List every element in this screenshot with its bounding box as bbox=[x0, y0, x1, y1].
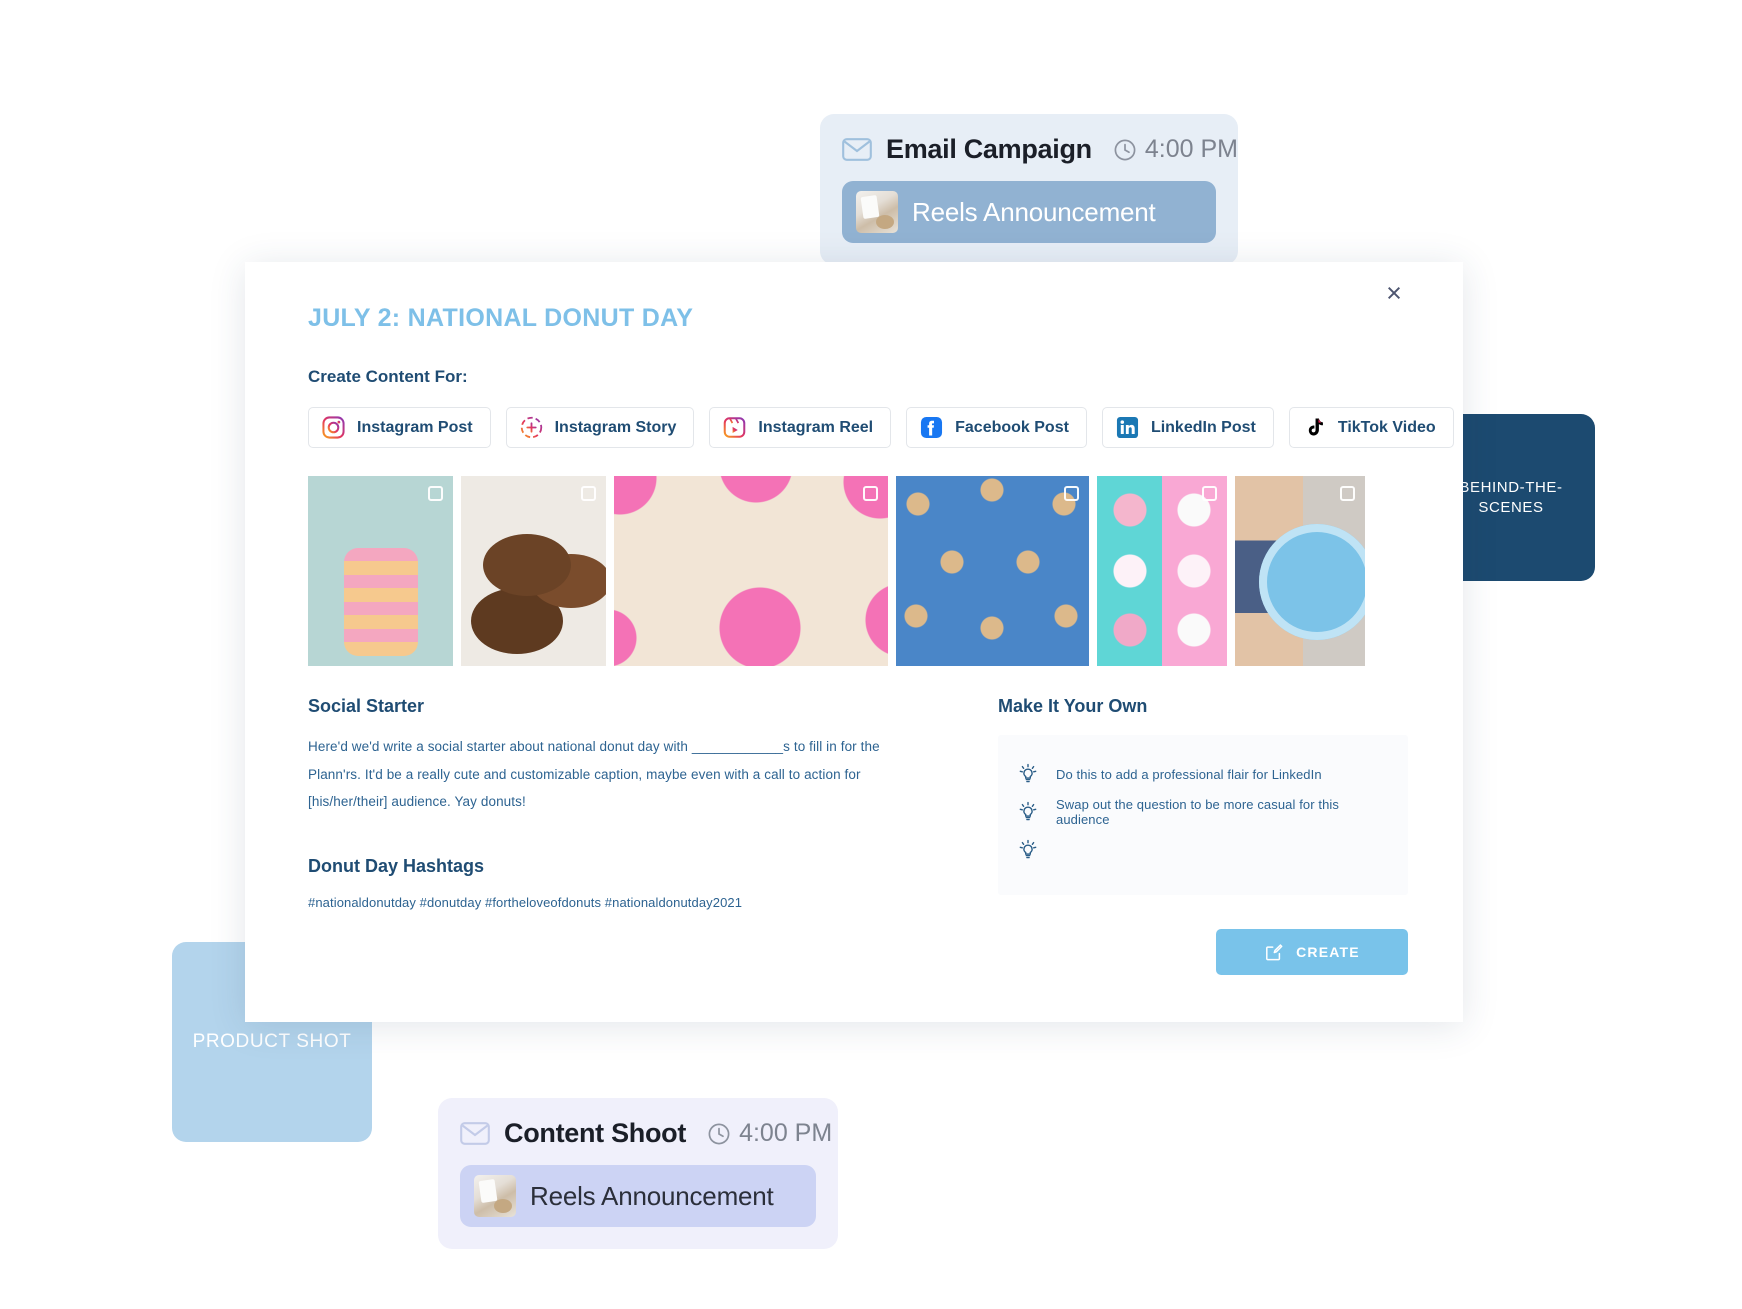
schedule-card-header: Content Shoot 4:00 PM bbox=[460, 1118, 832, 1149]
facebook-icon bbox=[920, 416, 943, 439]
instagram-icon bbox=[322, 416, 345, 439]
instagram-reel-icon bbox=[723, 416, 746, 439]
content-columns: Social Starter Here'd we'd write a socia… bbox=[308, 696, 1408, 975]
platform-chip-linkedin-post[interactable]: LinkedIn Post bbox=[1101, 407, 1274, 448]
tip-text: Swap out the question to be more casual … bbox=[1056, 797, 1340, 827]
create-button-row: CREATE bbox=[998, 929, 1408, 975]
create-content-for-label: Create Content For: bbox=[308, 367, 468, 386]
tip-row bbox=[1018, 831, 1386, 869]
platform-chip-label: Facebook Post bbox=[955, 418, 1069, 436]
image-thumbnail-pink-sprinkle-pattern[interactable] bbox=[614, 476, 888, 666]
thumbnail-checkbox[interactable] bbox=[1340, 486, 1355, 501]
thumbnail-checkbox[interactable] bbox=[581, 486, 596, 501]
platform-chip-label: Instagram Post bbox=[357, 418, 473, 436]
platform-chip-instagram-post[interactable]: Instagram Post bbox=[308, 407, 491, 448]
make-it-your-own-column: Make It Your Own Do this to add a profes bbox=[998, 696, 1408, 975]
envelope-icon bbox=[460, 1122, 490, 1145]
schedule-card-item[interactable]: Reels Announcement bbox=[842, 181, 1216, 243]
clock-icon bbox=[708, 1123, 730, 1145]
clock-icon bbox=[1114, 139, 1136, 161]
thumbnail-checkbox[interactable] bbox=[1064, 486, 1079, 501]
make-it-your-own-heading: Make It Your Own bbox=[998, 696, 1148, 716]
platform-chip-instagram-reel[interactable]: Instagram Reel bbox=[709, 407, 892, 448]
instagram-story-icon bbox=[520, 416, 543, 439]
schedule-card-content-shoot[interactable]: Content Shoot 4:00 PM Reels Announcement bbox=[438, 1098, 838, 1249]
thumbnail-checkbox[interactable] bbox=[428, 486, 443, 501]
page-title: JULY 2: NATIONAL DONUT DAY bbox=[308, 304, 694, 332]
linkedin-icon bbox=[1116, 416, 1139, 439]
thumbnail-checkbox[interactable] bbox=[863, 486, 878, 501]
create-button-label: CREATE bbox=[1296, 944, 1360, 960]
platform-chip-label: Instagram Story bbox=[554, 418, 677, 436]
tips-box: Do this to add a professional flair for … bbox=[998, 735, 1408, 895]
post-thumbnail bbox=[474, 1175, 516, 1217]
thumbnail-checkbox[interactable] bbox=[1202, 486, 1217, 501]
post-thumbnail bbox=[856, 191, 898, 233]
pencil-edit-icon bbox=[1264, 942, 1284, 962]
platform-chip-label: Instagram Reel bbox=[758, 418, 874, 436]
tiktok-icon bbox=[1303, 416, 1326, 439]
screen: Email Campaign 4:00 PM Reels Announcemen… bbox=[0, 0, 1742, 1309]
image-thumbnail-blue-donut-pattern[interactable] bbox=[896, 476, 1089, 666]
tip-text: Do this to add a professional flair for … bbox=[1056, 766, 1322, 782]
image-thumbnail-teal-pink-split-donuts[interactable] bbox=[1097, 476, 1227, 666]
schedule-card-time-text: 4:00 PM bbox=[1144, 135, 1238, 163]
schedule-card-title: Email Campaign bbox=[886, 134, 1092, 164]
social-starter-column: Social Starter Here'd we'd write a socia… bbox=[308, 696, 928, 975]
lightbulb-icon bbox=[1018, 839, 1038, 861]
schedule-card-time-text: 4:00 PM bbox=[739, 1119, 833, 1147]
hashtags-heading: Donut Day Hashtags bbox=[308, 856, 485, 877]
platform-chip-label: TikTok Video bbox=[1337, 418, 1436, 436]
close-icon[interactable]: × bbox=[1377, 276, 1411, 310]
social-starter-text: Here'd we'd write a social starter about… bbox=[308, 739, 880, 810]
schedule-card-item-label: Reels Announcement bbox=[530, 1180, 774, 1211]
schedule-card-email-campaign[interactable]: Email Campaign 4:00 PM Reels Announcemen… bbox=[820, 114, 1238, 265]
lightbulb-icon bbox=[1018, 763, 1038, 785]
tip-row: Do this to add a professional flair for … bbox=[1018, 755, 1386, 793]
content-ideas-panel: × JULY 2: NATIONAL DONUT DAY Create Cont… bbox=[245, 262, 1463, 1022]
schedule-card-header: Email Campaign 4:00 PM bbox=[842, 134, 1238, 165]
platform-chip-facebook-post[interactable]: Facebook Post bbox=[906, 407, 1087, 448]
image-thumbnail-stacked-pink-donuts[interactable] bbox=[308, 476, 453, 666]
schedule-card-time: 4:00 PM bbox=[1114, 135, 1238, 164]
image-thumbnail-chocolate-donuts[interactable] bbox=[461, 476, 606, 666]
hashtags-text: #nationaldonutday #donutday #fortheloveo… bbox=[308, 895, 743, 911]
platform-chip-list: Instagram Post Instagram Story Instagram… bbox=[308, 407, 1454, 448]
tag-tile-label: PRODUCT SHOT bbox=[192, 1030, 352, 1052]
social-starter-heading: Social Starter bbox=[308, 696, 425, 716]
schedule-card-item[interactable]: Reels Announcement bbox=[460, 1165, 816, 1227]
create-button[interactable]: CREATE bbox=[1216, 929, 1408, 975]
image-thumbnail-child-with-donuts[interactable] bbox=[1235, 476, 1365, 666]
schedule-card-item-label: Reels Announcement bbox=[912, 196, 1156, 227]
platform-chip-tiktok-video[interactable]: TikTok Video bbox=[1288, 407, 1454, 448]
schedule-card-time: 4:00 PM bbox=[708, 1119, 832, 1148]
lightbulb-icon bbox=[1018, 801, 1038, 823]
envelope-icon bbox=[842, 138, 872, 161]
platform-chip-instagram-story[interactable]: Instagram Story bbox=[505, 407, 695, 448]
platform-chip-label: LinkedIn Post bbox=[1150, 418, 1256, 436]
image-thumbnail-grid bbox=[308, 476, 1408, 666]
schedule-card-title: Content Shoot bbox=[504, 1118, 687, 1148]
tip-row: Swap out the question to be more casual … bbox=[1018, 793, 1386, 831]
